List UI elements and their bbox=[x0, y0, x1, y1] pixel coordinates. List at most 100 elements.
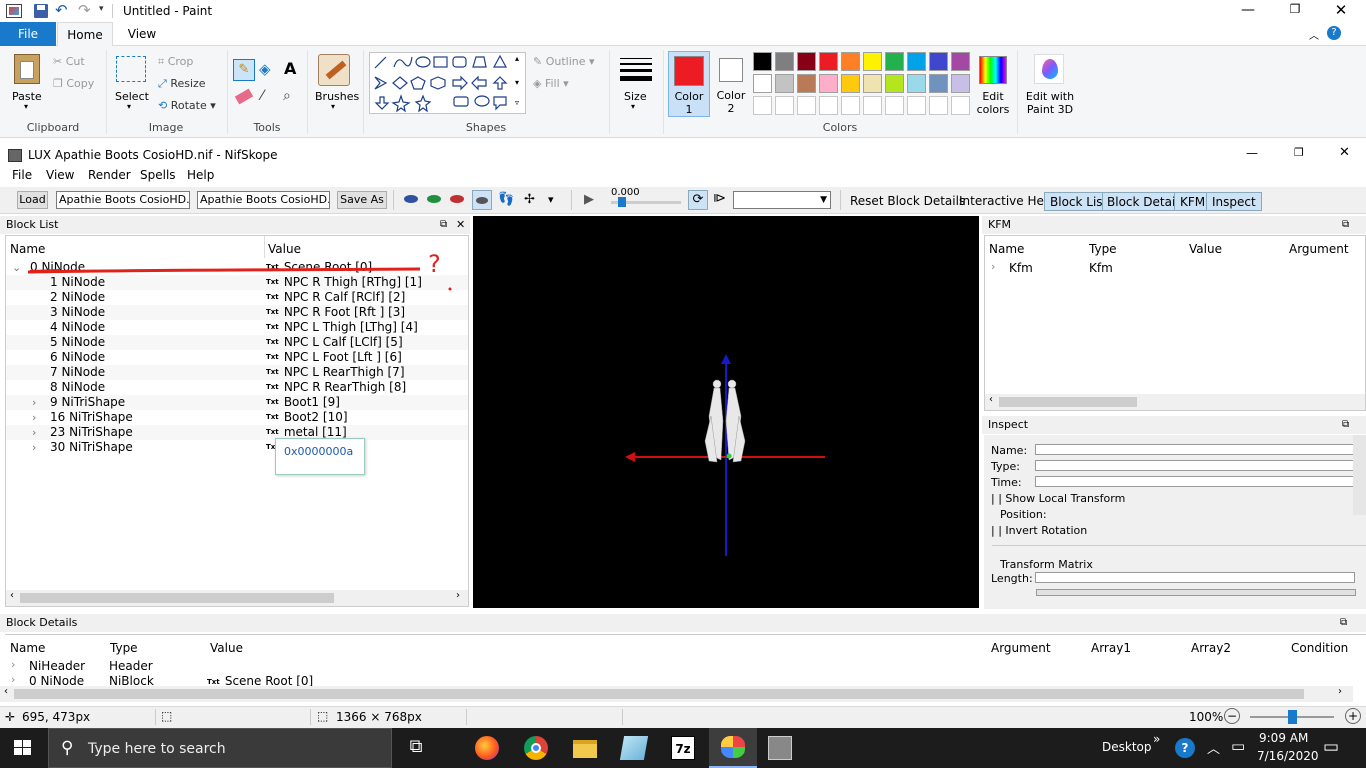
tray-overflow-icon[interactable]: ︿ bbox=[1207, 738, 1220, 757]
select-dropdown-icon[interactable]: ▾ bbox=[127, 102, 131, 111]
desktop-toolbar[interactable]: Desktop bbox=[1102, 740, 1152, 754]
clock-time[interactable]: 9:09 AM bbox=[1259, 731, 1308, 745]
edit-colors-icon[interactable] bbox=[979, 56, 1007, 84]
crop-button[interactable]: ⌗ Crop bbox=[158, 55, 193, 69]
paint3d-icon[interactable] bbox=[1034, 54, 1064, 84]
shapes-gallery[interactable] bbox=[369, 52, 526, 114]
palette-swatch[interactable] bbox=[907, 52, 926, 71]
size-dropdown-icon[interactable]: ▾ bbox=[631, 102, 635, 111]
brushes-button[interactable]: Brushes bbox=[315, 90, 359, 103]
paint-canvas[interactable]: LUX Apathie Boots CosioHD.nif - NifSkope… bbox=[0, 138, 1366, 706]
palette-swatch[interactable] bbox=[753, 74, 772, 93]
chrome-icon[interactable] bbox=[524, 736, 548, 760]
color2-button[interactable]: Color 2 bbox=[712, 51, 750, 117]
rotate-button[interactable]: ⟲ Rotate ▾ bbox=[158, 99, 216, 112]
palette-swatch[interactable] bbox=[775, 52, 794, 71]
brushes-dropdown-icon[interactable]: ▾ bbox=[331, 102, 335, 111]
edit-paint3d-button[interactable]: Edit with Paint 3D bbox=[1025, 90, 1075, 116]
close-button[interactable]: ✕ bbox=[1331, 1, 1351, 19]
palette-swatch-empty[interactable] bbox=[951, 96, 970, 115]
palette-swatch[interactable] bbox=[951, 52, 970, 71]
brushes-icon[interactable] bbox=[318, 54, 350, 86]
nifskope-taskbar-icon[interactable] bbox=[768, 736, 792, 760]
resize-button[interactable]: ⤢ Resize bbox=[158, 77, 206, 91]
palette-swatch[interactable] bbox=[951, 74, 970, 93]
size-icon[interactable] bbox=[620, 58, 652, 81]
color1-button[interactable]: Color 1 bbox=[668, 51, 710, 117]
palette-swatch[interactable] bbox=[819, 52, 838, 71]
palette-swatch[interactable] bbox=[885, 74, 904, 93]
select-icon[interactable] bbox=[116, 56, 146, 82]
palette-swatch-empty[interactable] bbox=[863, 96, 882, 115]
shapes-more-icon[interactable]: ▿ bbox=[515, 98, 519, 107]
shapes-scroll-down-icon[interactable]: ▾ bbox=[515, 78, 519, 87]
palette-swatch[interactable] bbox=[929, 52, 948, 71]
palette-swatch[interactable] bbox=[797, 74, 816, 93]
paint-taskbar-button[interactable] bbox=[709, 728, 757, 768]
restore-button[interactable]: ❐ bbox=[1285, 2, 1305, 16]
palette-swatch[interactable] bbox=[863, 52, 882, 71]
zoom-slider[interactable] bbox=[1250, 710, 1334, 724]
palette-swatch-empty[interactable] bbox=[753, 96, 772, 115]
size-button[interactable]: Size bbox=[624, 90, 647, 103]
palette-swatch-empty[interactable] bbox=[775, 96, 794, 115]
outline-button[interactable]: ✎ Outline ▾ bbox=[533, 55, 595, 68]
palette-swatch-empty[interactable] bbox=[907, 96, 926, 115]
copy-button[interactable]: ❐ Copy bbox=[53, 77, 94, 90]
zoom-out-button[interactable]: − bbox=[1224, 708, 1240, 724]
help-icon[interactable]: ? bbox=[1327, 26, 1341, 40]
palette-swatch[interactable] bbox=[907, 74, 926, 93]
cut-button[interactable]: ✂ Cut bbox=[53, 55, 85, 68]
collapse-ribbon-icon[interactable]: ︿ bbox=[1309, 27, 1319, 42]
minimize-button[interactable]: — bbox=[1238, 2, 1258, 18]
palette-swatch-empty[interactable] bbox=[929, 96, 948, 115]
tab-file[interactable]: File bbox=[0, 22, 56, 46]
desktop-chevron-icon[interactable]: » bbox=[1153, 732, 1160, 746]
palette-swatch[interactable] bbox=[841, 52, 860, 71]
file-explorer-icon[interactable] bbox=[573, 740, 597, 758]
palette-swatch[interactable] bbox=[929, 74, 948, 93]
7zip-icon[interactable]: 7z bbox=[671, 736, 695, 760]
search-box[interactable]: ⚲ Type here to search bbox=[48, 728, 392, 768]
paste-dropdown-icon[interactable]: ▾ bbox=[24, 102, 28, 111]
palette-swatch[interactable] bbox=[819, 74, 838, 93]
clock-date[interactable]: 7/16/2020 bbox=[1257, 749, 1319, 763]
help-tray-icon[interactable]: ? bbox=[1175, 738, 1195, 758]
pencil-icon[interactable]: ✎ bbox=[233, 59, 255, 81]
palette-swatch[interactable] bbox=[863, 74, 882, 93]
palette-swatch-empty[interactable] bbox=[797, 96, 816, 115]
palette-swatch-empty[interactable] bbox=[819, 96, 838, 115]
notepad-icon[interactable] bbox=[619, 736, 649, 760]
palette-swatch-empty[interactable] bbox=[841, 96, 860, 115]
edit-colors-button[interactable]: Edit colors bbox=[974, 90, 1012, 116]
palette-swatch-empty[interactable] bbox=[885, 96, 904, 115]
firefox-icon[interactable] bbox=[475, 736, 499, 760]
zoom-slider-thumb[interactable] bbox=[1288, 710, 1297, 724]
fill-button[interactable]: ◈ Fill ▾ bbox=[533, 77, 569, 90]
eraser-icon[interactable] bbox=[234, 88, 254, 105]
tab-home[interactable]: Home bbox=[57, 22, 113, 47]
task-view-icon[interactable]: ⧉ bbox=[404, 736, 428, 760]
paint-app-icon[interactable] bbox=[6, 4, 22, 18]
palette-swatch[interactable] bbox=[841, 74, 860, 93]
shapes-scroll-up-icon[interactable]: ▴ bbox=[515, 54, 519, 63]
palette-swatch[interactable] bbox=[775, 74, 794, 93]
notifications-icon[interactable]: ▭ bbox=[1323, 737, 1339, 757]
qat-dropdown-icon[interactable]: ▾ bbox=[99, 4, 104, 14]
select-button[interactable]: Select bbox=[115, 90, 149, 103]
text-icon[interactable]: A bbox=[284, 59, 296, 78]
palette-swatch[interactable] bbox=[797, 52, 816, 71]
tab-view[interactable]: View bbox=[114, 22, 170, 46]
zoom-in-button[interactable]: + bbox=[1345, 708, 1361, 724]
palette-swatch[interactable] bbox=[885, 52, 904, 71]
start-button[interactable] bbox=[14, 740, 32, 756]
undo-icon[interactable]: ↶ bbox=[55, 1, 68, 19]
color-picker-icon[interactable]: ⁄ bbox=[261, 88, 263, 104]
paste-icon[interactable] bbox=[14, 54, 40, 84]
redo-icon[interactable]: ↷ bbox=[78, 1, 91, 19]
network-icon[interactable]: ▭ bbox=[1231, 737, 1245, 755]
fill-icon[interactable]: ◈ bbox=[259, 60, 271, 78]
palette-swatch[interactable] bbox=[753, 52, 772, 71]
magnifier-icon[interactable]: ⌕ bbox=[283, 88, 291, 104]
save-icon[interactable] bbox=[34, 4, 48, 18]
